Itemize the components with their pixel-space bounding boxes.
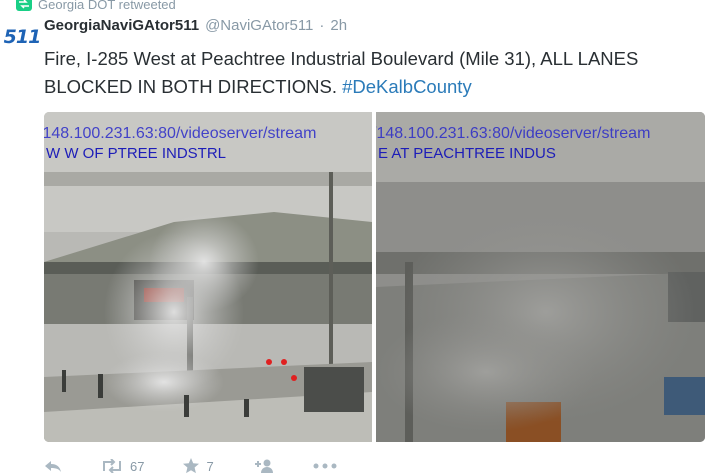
more-icon <box>312 462 338 470</box>
camera-location-label-2: E AT PEACHTREE INDUS <box>378 145 556 162</box>
avatar[interactable]: 511 <box>3 22 42 52</box>
tweet-header: GeorgiaNaviGAtor511 @NaviGAtor511 · 2h <box>44 17 347 34</box>
camera-location-label-1: W W OF PTREE INDSTRL <box>46 145 226 162</box>
star-icon <box>182 458 200 474</box>
hashtag-link[interactable]: #DeKalbCounty <box>342 76 472 97</box>
more-button[interactable] <box>312 462 338 470</box>
like-count: 7 <box>206 458 214 474</box>
retweet-count: 67 <box>130 458 145 474</box>
retweet-label[interactable]: Georgia DOT retweeted <box>38 0 176 12</box>
retweet-icon <box>16 0 32 11</box>
reply-icon <box>44 459 62 473</box>
retweet-context: Georgia DOT retweeted <box>16 0 176 14</box>
user-handle[interactable]: @NaviGAtor511 <box>205 17 313 34</box>
follow-icon <box>252 459 274 473</box>
like-button[interactable]: 7 <box>182 458 214 474</box>
camera-url-text-1: /148.100.231.63:80/videoserver/stream <box>44 125 317 142</box>
media-image-1[interactable]: /148.100.231.63:80/videoserver/stream W … <box>44 112 372 442</box>
timestamp[interactable]: 2h <box>330 17 347 34</box>
tweet-text: Fire, I-285 West at Peachtree Industrial… <box>44 45 714 101</box>
separator: · <box>319 17 325 34</box>
tweet-actions: 67 7 <box>44 458 376 474</box>
retweet-icon <box>100 459 124 473</box>
follow-button[interactable] <box>252 459 274 473</box>
media-image-2[interactable]: /148.100.231.63:80/videoserver/stream E … <box>376 112 705 442</box>
avatar-logo-text: 511 <box>3 26 42 48</box>
camera-url-text-2: /148.100.231.63:80/videoserver/stream <box>376 125 651 142</box>
retweet-button[interactable]: 67 <box>100 459 144 474</box>
reply-button[interactable] <box>44 459 62 473</box>
display-name[interactable]: GeorgiaNaviGAtor511 <box>44 17 199 34</box>
media-grid: /148.100.231.63:80/videoserver/stream W … <box>44 112 705 442</box>
